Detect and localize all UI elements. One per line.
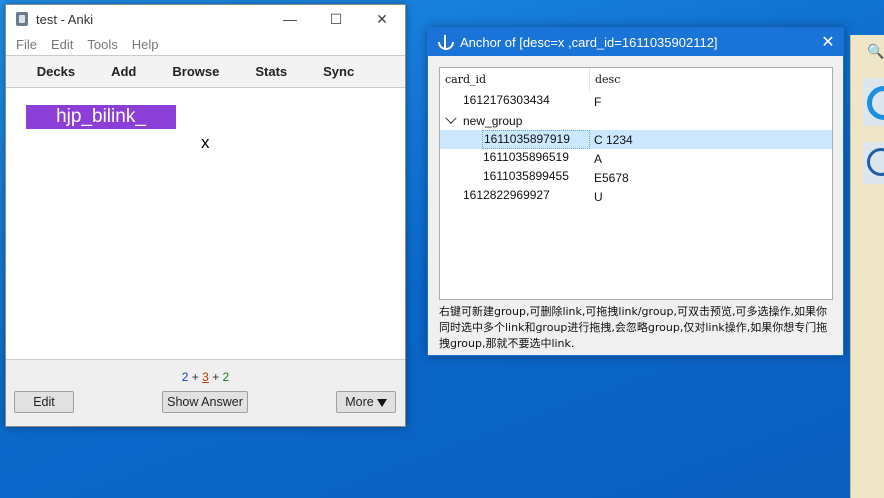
main-toolbar: Decks Add Browse Stats Sync	[6, 55, 405, 88]
anki-titlebar[interactable]: test - Anki — ☐ ✕	[6, 5, 405, 33]
anki-window-title: test - Anki	[36, 11, 94, 27]
help-text: 右键可新建group,可删除link,可拖拽link/group,可双击预览,可…	[439, 305, 828, 350]
new-count: 2	[181, 370, 189, 384]
menu-edit[interactable]: Edit	[44, 37, 80, 52]
close-icon[interactable]: ✕	[359, 5, 405, 33]
card-id-cell: 1612176303434	[463, 93, 550, 107]
card-tag-label[interactable]: hjp_bilink_	[26, 105, 176, 129]
show-answer-label: Show Answer	[167, 395, 243, 409]
tree-row[interactable]: 1612822969927 U	[440, 187, 832, 206]
tree-row[interactable]: 1611035896519 A	[440, 149, 832, 168]
toolbar-stats[interactable]: Stats	[237, 64, 305, 79]
card-id-cell: 1611035897919	[482, 130, 590, 149]
count-separator: +	[191, 370, 199, 384]
card-id-cell: 1611035899455	[483, 169, 569, 183]
menu-help[interactable]: Help	[125, 37, 166, 52]
desc-cell: F	[594, 94, 602, 109]
toolbar-sync[interactable]: Sync	[305, 64, 372, 79]
column-header-card-id[interactable]: card_id	[440, 68, 590, 92]
anchor-dialog: Anchor of [desc=x ,card_id=1611035902112…	[427, 27, 844, 356]
anki-main-window: test - Anki — ☐ ✕ File Edit Tools Help D…	[5, 4, 406, 427]
desc-cell: C 1234	[594, 132, 633, 147]
dropdown-triangle-icon	[376, 398, 387, 407]
anchor-window-title: Anchor of [desc=x ,card_id=1611035902112…	[460, 34, 718, 50]
show-answer-button[interactable]: Show Answer	[162, 391, 248, 413]
desc-cell: U	[594, 189, 603, 204]
menu-file[interactable]: File	[9, 37, 44, 52]
toolbar-decks[interactable]: Decks	[19, 64, 93, 79]
maximize-icon[interactable]: ☐	[313, 5, 359, 33]
window-controls: — ☐ ✕	[267, 5, 405, 33]
app-icon[interactable]	[863, 78, 884, 126]
anchor-titlebar[interactable]: Anchor of [desc=x ,card_id=1611035902112…	[428, 28, 843, 56]
tree-group-row[interactable]: new_group	[440, 111, 832, 130]
menu-tools[interactable]: Tools	[80, 37, 124, 52]
review-counts: 2 + 3 + 2	[6, 370, 405, 384]
reviewer-bottom-bar: 2 + 3 + 2 Edit Show Answer More	[6, 359, 405, 426]
toolbar-add[interactable]: Add	[93, 64, 154, 79]
app-icon[interactable]	[863, 142, 884, 184]
anchor-icon	[437, 34, 454, 50]
card-content: hjp_bilink_ x	[6, 89, 405, 359]
minimize-icon[interactable]: —	[267, 5, 313, 33]
group-name: new_group	[463, 113, 523, 128]
card-id-cell: 1612822969927	[463, 188, 550, 202]
close-icon[interactable]: ✕	[813, 28, 843, 56]
card-id-cell: 1611035896519	[483, 150, 569, 164]
chevron-down-icon[interactable]	[445, 112, 457, 124]
tree-row[interactable]: 1611035899455 E5678	[440, 168, 832, 187]
search-icon[interactable]: 🔍	[867, 43, 884, 60]
menu-bar: File Edit Tools Help	[6, 33, 405, 55]
tree-row-selected[interactable]: 1611035897919 C 1234	[440, 130, 832, 149]
card-question-text: x	[201, 133, 210, 152]
learn-count: 3	[202, 370, 209, 384]
count-separator: +	[212, 370, 220, 384]
review-count: 2	[222, 370, 230, 384]
edit-button-label: Edit	[33, 395, 55, 409]
anki-app-icon	[16, 12, 28, 26]
tree-header: card_id desc	[440, 68, 832, 92]
background-window-partial: 🔍	[850, 35, 884, 498]
link-tree[interactable]: card_id desc 1612176303434 F new_group 1…	[439, 67, 833, 300]
column-header-desc[interactable]: desc	[590, 68, 620, 92]
edit-button[interactable]: Edit	[14, 391, 74, 413]
toolbar-browse[interactable]: Browse	[154, 64, 237, 79]
desc-cell: E5678	[594, 170, 629, 185]
desc-cell: A	[594, 151, 603, 166]
tree-row[interactable]: 1612176303434 F	[440, 92, 832, 111]
more-button[interactable]: More	[336, 391, 396, 413]
more-button-label: More	[345, 395, 374, 409]
